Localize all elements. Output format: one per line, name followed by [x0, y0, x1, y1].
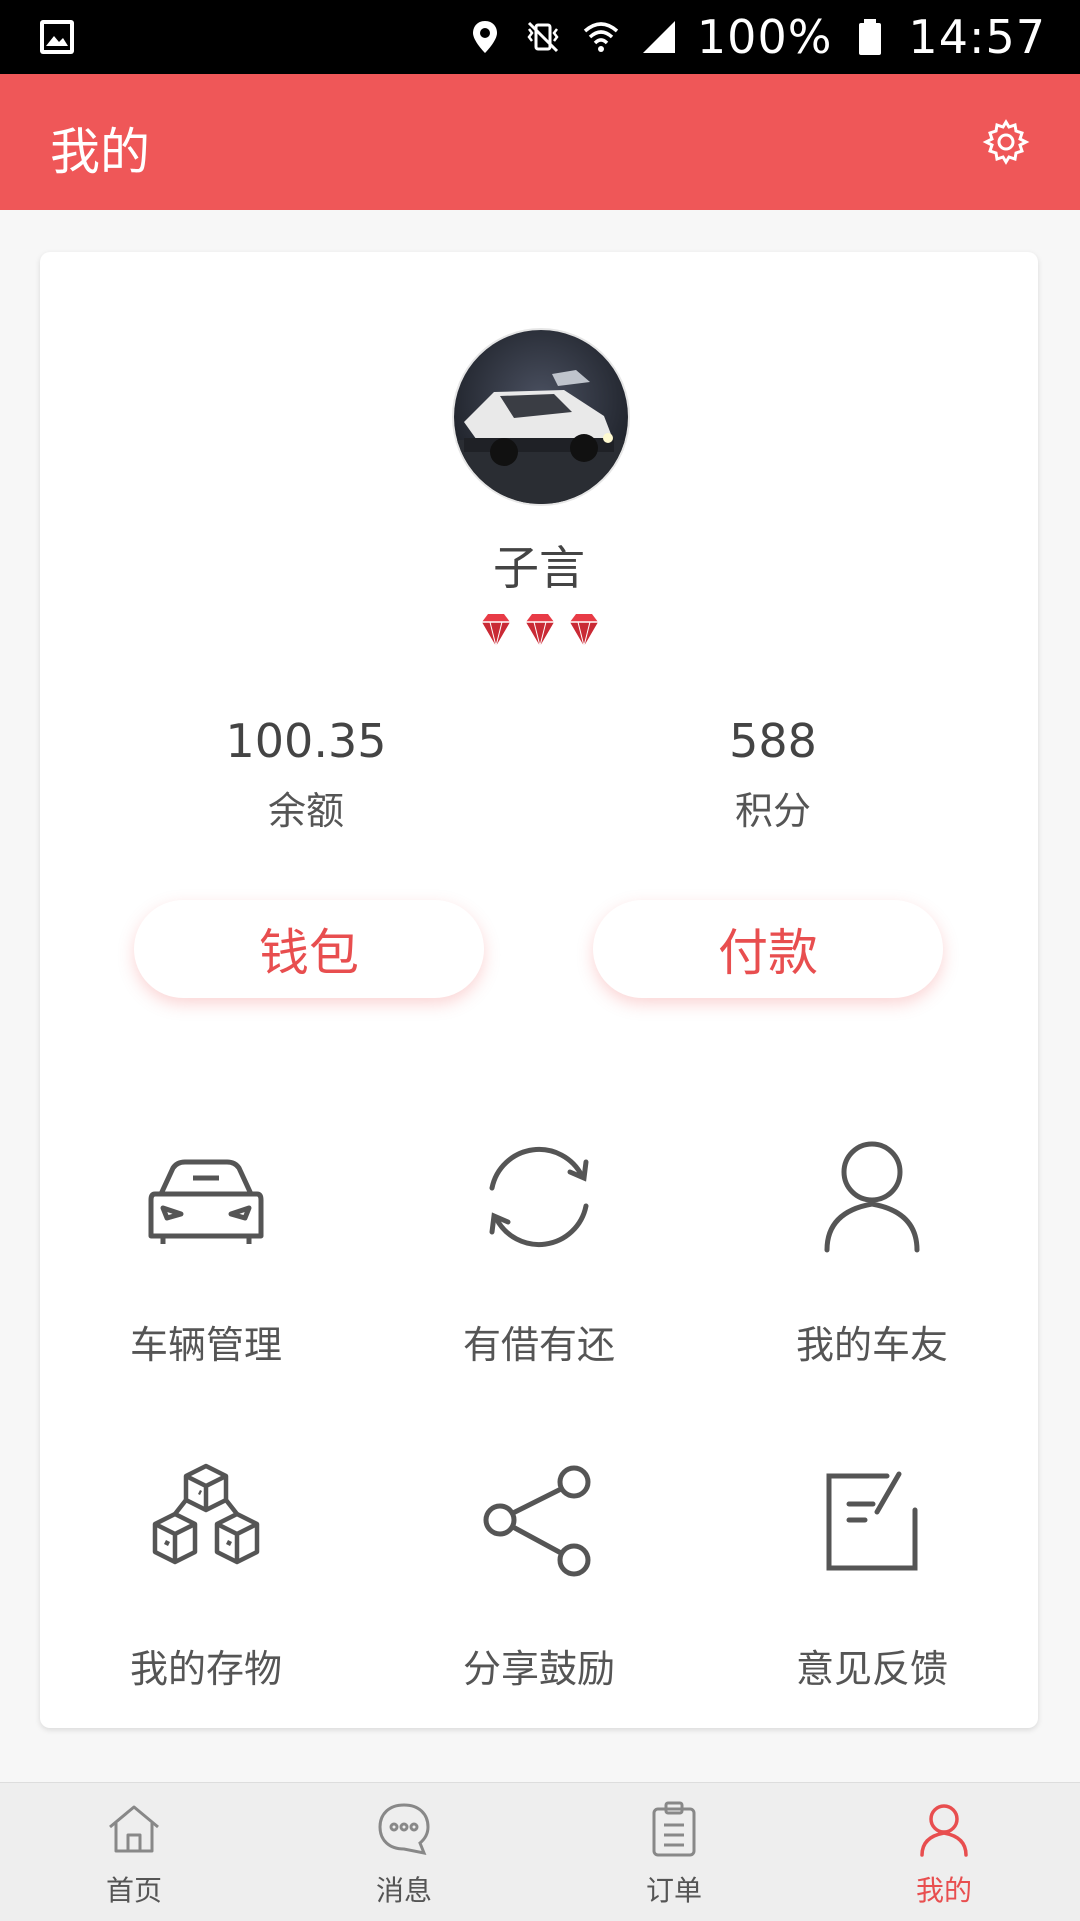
location-icon	[472, 21, 497, 53]
grid-label: 我的车友	[795, 1323, 948, 1367]
battery-icon	[859, 19, 882, 55]
status-right: 100% 14:57	[465, 8, 1046, 66]
points-label: 积分	[734, 789, 811, 833]
vibrate-icon	[527, 21, 559, 53]
grid-item-share[interactable]: 分享鼓励	[373, 1456, 705, 1693]
pay-button[interactable]: 付款	[593, 900, 943, 998]
clipboard-icon	[652, 1801, 696, 1857]
diamond-icon	[570, 614, 598, 647]
points-stat[interactable]: 588 积分	[573, 714, 973, 835]
grid-item-my-car-friends[interactable]: 我的车友	[706, 1132, 1038, 1369]
balance-label: 余额	[267, 789, 344, 833]
grid-item-my-storage[interactable]: 我的存物	[40, 1456, 372, 1693]
nav-label: 我的	[915, 1874, 972, 1907]
person-icon	[920, 1804, 968, 1857]
avatar[interactable]	[452, 328, 630, 506]
status-bar: 100% 14:57	[0, 0, 1080, 74]
diamond-icon	[482, 614, 510, 647]
battery-percent: 100%	[696, 10, 833, 64]
car-icon	[148, 1159, 264, 1244]
nav-label: 首页	[105, 1874, 162, 1907]
vip-level-gems	[476, 610, 606, 656]
wallet-button[interactable]: 钱包	[134, 900, 484, 998]
clock: 14:57	[908, 10, 1046, 64]
nav-label: 订单	[645, 1874, 702, 1907]
gallery-icon	[40, 20, 74, 54]
diamond-icon	[526, 614, 554, 647]
grid-item-feedback[interactable]: 意见反馈	[706, 1456, 1038, 1693]
balance-stat[interactable]: 100.35 余额	[106, 714, 506, 835]
share-icon	[483, 1465, 591, 1577]
nav-item-orders[interactable]: 订单	[574, 1799, 774, 1909]
user-icon	[824, 1141, 920, 1253]
boxes-icon	[152, 1463, 260, 1565]
nav-label: 消息	[375, 1874, 432, 1907]
car-photo-avatar	[454, 330, 628, 504]
app-header: 我的	[0, 74, 1080, 210]
gear-icon	[982, 119, 1030, 165]
bottom-navigation: 首页 消息 订单 我的	[0, 1782, 1080, 1921]
wifi-icon	[583, 22, 619, 52]
signal-icon	[642, 21, 675, 53]
refresh-icon	[489, 1146, 589, 1248]
nav-item-home[interactable]: 首页	[34, 1799, 234, 1909]
grid-item-borrow-return[interactable]: 有借有还	[373, 1132, 705, 1369]
grid-label: 我的存物	[129, 1647, 282, 1691]
profile-card: 子言 100.35 余额 588 积分 钱包 付款 车辆管理 有借有还 我的车友…	[40, 252, 1038, 1728]
grid-label: 车辆管理	[129, 1323, 282, 1367]
username: 子言	[493, 541, 585, 595]
nav-item-messages[interactable]: 消息	[304, 1799, 504, 1909]
settings-button[interactable]	[978, 114, 1034, 170]
message-icon	[378, 1803, 430, 1856]
page-title: 我的	[50, 123, 150, 181]
grid-item-vehicle-management[interactable]: 车辆管理	[40, 1132, 372, 1369]
nav-item-mine[interactable]: 我的	[844, 1799, 1044, 1909]
feedback-icon	[826, 1471, 918, 1571]
home-icon	[109, 1805, 159, 1853]
grid-label: 意见反馈	[795, 1647, 948, 1691]
grid-label: 分享鼓励	[462, 1647, 615, 1691]
balance-value: 100.35	[225, 714, 387, 768]
grid-label: 有借有还	[462, 1323, 615, 1367]
points-value: 588	[729, 714, 817, 768]
